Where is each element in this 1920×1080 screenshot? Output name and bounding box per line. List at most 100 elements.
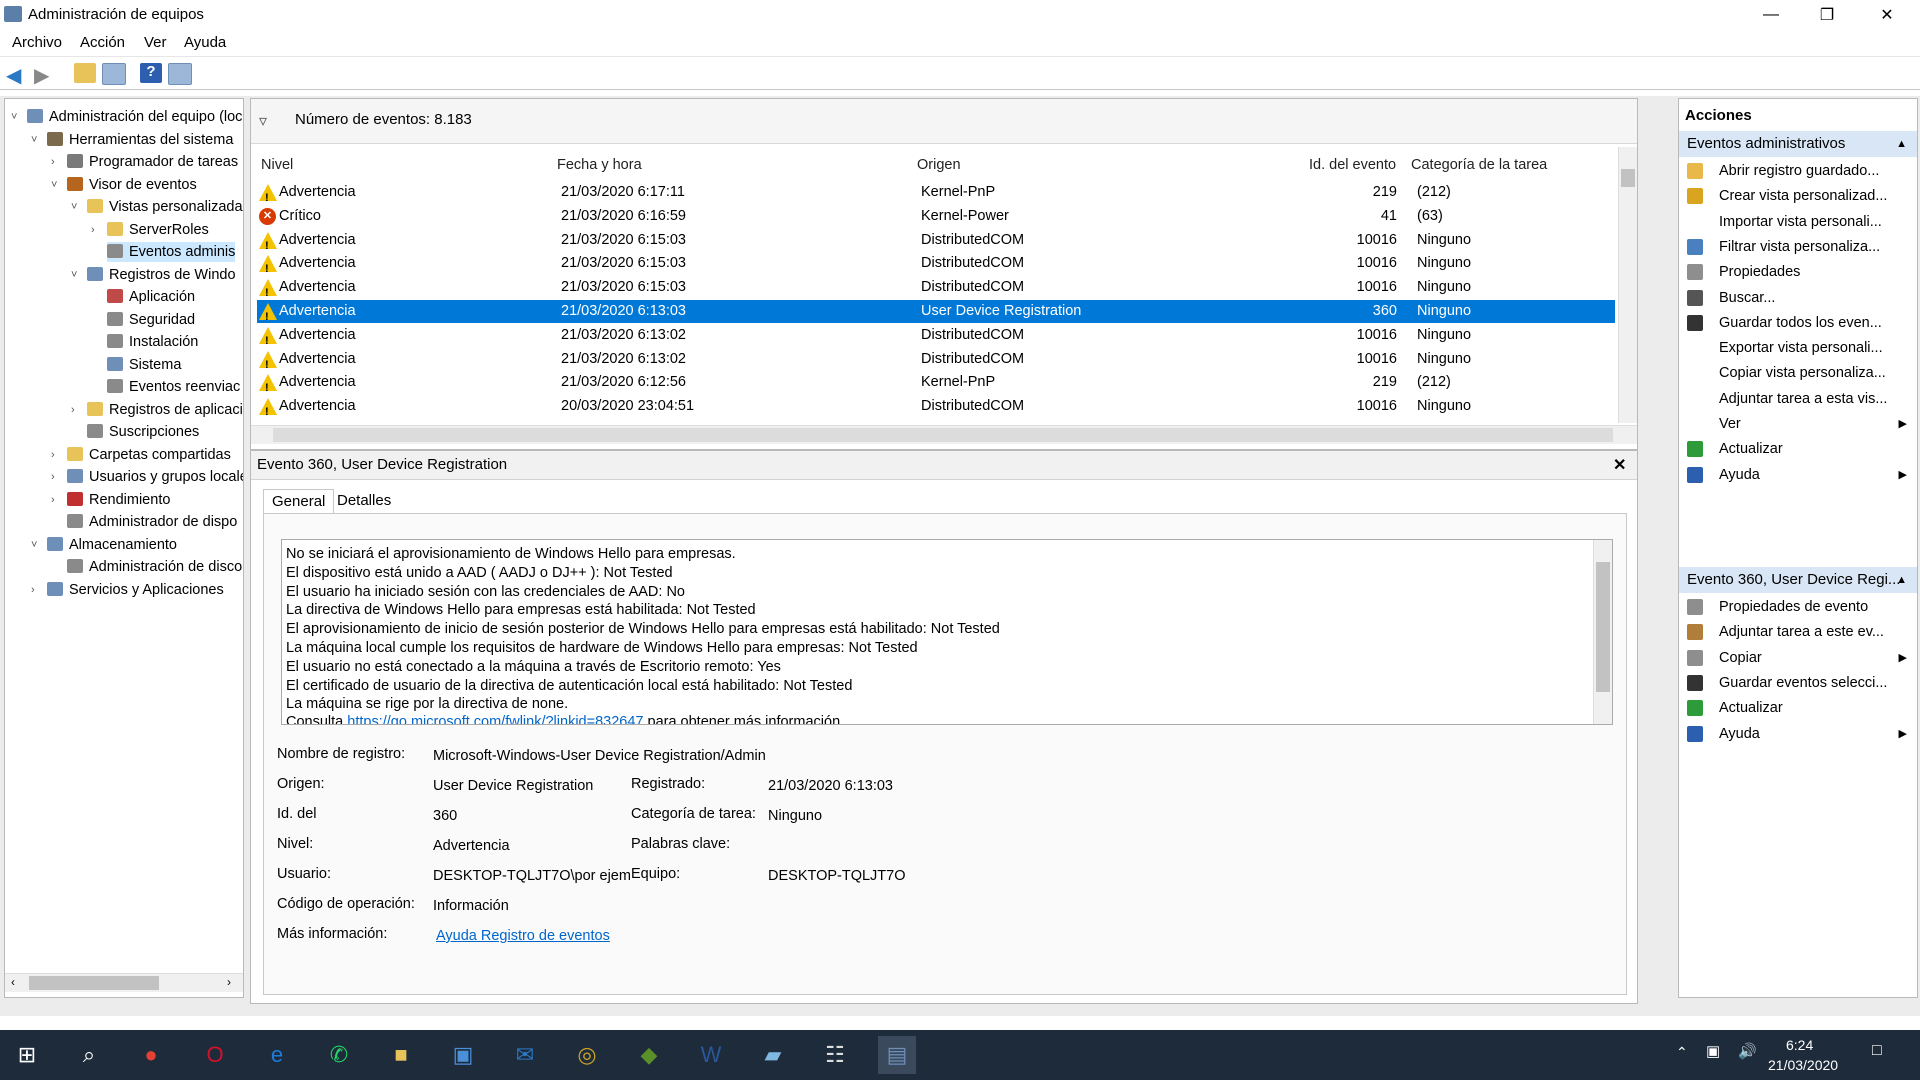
scroll-thumb[interactable] — [29, 976, 159, 990]
tree-item[interactable]: Servicios y Aplicaciones — [47, 580, 224, 600]
clock-date[interactable]: 21/03/2020 — [1768, 1057, 1838, 1073]
table-row[interactable]: ! Advertencia 21/03/2020 6:15:03 Distribute… — [257, 276, 1615, 299]
tree-item[interactable]: Administración de disco — [67, 557, 242, 577]
collapse-chevron-icon[interactable]: ˅ — [71, 201, 81, 213]
calculator-icon[interactable]: ☷ — [816, 1036, 854, 1074]
action-item[interactable]: Ayuda ▶ — [1679, 722, 1917, 746]
tree-item[interactable]: Suscripciones — [87, 422, 199, 442]
action-item[interactable]: Buscar... — [1679, 286, 1917, 310]
chrome-icon[interactable]: ● — [132, 1036, 170, 1074]
action-item[interactable]: Ayuda ▶ — [1679, 463, 1917, 487]
events-horizontal-scrollbar[interactable] — [251, 425, 1637, 444]
tree-item[interactable]: Rendimiento — [67, 490, 170, 510]
forward-arrow-icon[interactable]: ▶ — [34, 63, 56, 87]
word-icon[interactable]: W — [692, 1036, 730, 1074]
action-item[interactable]: Actualizar — [1679, 696, 1917, 720]
eraser-icon[interactable]: ▰ — [754, 1036, 792, 1074]
start-icon[interactable]: ⊞ — [8, 1036, 46, 1074]
notifications-icon[interactable]: □ — [1872, 1042, 1882, 1060]
tree-item[interactable]: Administrador de dispo — [67, 512, 237, 532]
table-row[interactable]: ! Advertencia 21/03/2020 6:13:02 Distribute… — [257, 348, 1615, 371]
expand-chevron-icon[interactable]: › — [51, 449, 61, 461]
tree-item[interactable]: Vistas personalizada — [87, 197, 243, 217]
collapse-icon[interactable]: ▲ — [1896, 567, 1907, 593]
tree-item[interactable]: Carpetas compartidas — [67, 445, 231, 465]
clock-time[interactable]: 6:24 — [1786, 1037, 1813, 1053]
collapse-chevron-icon[interactable]: ˅ — [31, 134, 41, 146]
action-item[interactable]: Crear vista personalizad... — [1679, 184, 1917, 208]
table-row[interactable]: ✕ Crítico 21/03/2020 6:16:59 Kernel-Power 41… — [257, 205, 1615, 228]
tab-general[interactable]: General — [263, 489, 335, 514]
action-item[interactable]: Adjuntar tarea a esta vis... — [1679, 387, 1917, 411]
action-item[interactable]: Exportar vista personali... — [1679, 336, 1917, 360]
action-item[interactable]: Copiar vista personaliza... — [1679, 361, 1917, 385]
close-detail-icon[interactable]: ✕ — [1613, 455, 1626, 475]
tree-item[interactable]: Registros de aplicaci — [87, 400, 243, 420]
action-item[interactable]: Guardar eventos selecci... — [1679, 671, 1917, 695]
col-categoria[interactable]: Categoría de la tarea — [1411, 157, 1547, 173]
action-item[interactable]: Propiedades — [1679, 260, 1917, 284]
action-item[interactable]: Importar vista personali... — [1679, 210, 1917, 234]
event-message[interactable]: No se iniciará el aprovisionamiento de W… — [281, 539, 1613, 725]
actions-section-admin-events[interactable]: Eventos administrativos ▲ — [1679, 131, 1917, 157]
table-row[interactable]: ! Advertencia 21/03/2020 6:13:02 Distribute… — [257, 324, 1615, 347]
search-icon[interactable]: ⌕ — [70, 1036, 108, 1074]
network-icon[interactable]: ▣ — [1706, 1042, 1720, 1060]
whatsapp-icon[interactable]: ✆ — [320, 1036, 358, 1074]
tab-detalles[interactable]: Detalles — [329, 489, 399, 513]
maximize-button[interactable]: ❐ — [1804, 0, 1850, 30]
tree-item[interactable]: Visor de eventos — [67, 175, 197, 195]
tree-item[interactable]: Registros de Windo — [87, 265, 236, 285]
show-hide-tree-icon[interactable] — [102, 63, 126, 85]
xbox-icon[interactable]: ◆ — [630, 1036, 668, 1074]
expand-chevron-icon[interactable]: › — [91, 224, 101, 236]
volume-icon[interactable]: 🔊 — [1738, 1042, 1757, 1060]
action-item[interactable]: Filtrar vista personaliza... — [1679, 235, 1917, 259]
col-id[interactable]: Id. del evento — [1309, 157, 1396, 173]
scroll-left-icon[interactable]: ‹ — [11, 975, 15, 989]
chevron-up-icon[interactable]: ⌃ — [1676, 1044, 1688, 1061]
expand-chevron-icon[interactable]: › — [31, 584, 41, 596]
tree-item[interactable]: Eventos reenviac — [107, 377, 240, 397]
explorer-icon[interactable]: ■ — [382, 1036, 420, 1074]
col-origen[interactable]: Origen — [917, 157, 961, 173]
back-arrow-icon[interactable]: ◀ — [6, 63, 28, 87]
collapse-chevron-icon[interactable]: ˅ — [31, 539, 41, 551]
collapse-chevron-icon[interactable]: ˅ — [11, 111, 21, 123]
mail-icon[interactable]: ✉ — [506, 1036, 544, 1074]
scroll-thumb[interactable] — [1596, 562, 1610, 692]
action-item[interactable]: Abrir registro guardado... — [1679, 159, 1917, 183]
tree-item[interactable]: Instalación — [107, 332, 198, 352]
collapse-chevron-icon[interactable]: ˅ — [51, 179, 61, 191]
action-item[interactable]: Guardar todos los even... — [1679, 311, 1917, 335]
collapse-chevron-icon[interactable]: ˅ — [71, 269, 81, 281]
menu-accion[interactable]: Acción — [80, 34, 125, 51]
tree-item[interactable]: Herramientas del sistema — [47, 130, 233, 150]
events-vertical-scrollbar[interactable] — [1618, 147, 1637, 423]
collapse-icon[interactable]: ▲ — [1896, 131, 1907, 157]
computer-management-icon[interactable]: ▤ — [878, 1036, 916, 1074]
tree-item[interactable]: Aplicación — [107, 287, 195, 307]
app-icon[interactable]: ◎ — [568, 1036, 606, 1074]
action-item[interactable]: Ver ▶ — [1679, 412, 1917, 436]
opera-icon[interactable]: O — [196, 1036, 234, 1074]
tree-item[interactable]: Seguridad — [107, 310, 195, 330]
scroll-thumb[interactable] — [1621, 169, 1635, 187]
tree-horizontal-scrollbar[interactable]: ‹ › — [5, 973, 243, 992]
menu-ayuda[interactable]: Ayuda — [184, 34, 226, 51]
menu-ver[interactable]: Ver — [144, 34, 167, 51]
tree-item[interactable]: Almacenamiento — [47, 535, 177, 555]
up-folder-icon[interactable] — [74, 63, 96, 83]
tree-item[interactable]: Eventos adminis — [107, 242, 236, 262]
expand-chevron-icon[interactable]: › — [71, 404, 81, 416]
table-row[interactable]: ! Advertencia 21/03/2020 6:12:56 Kernel-PnP… — [257, 371, 1615, 394]
menu-archivo[interactable]: Archivo — [12, 34, 62, 51]
action-item[interactable]: Actualizar — [1679, 437, 1917, 461]
table-row[interactable]: ! Advertencia 21/03/2020 6:17:11 Kernel-PnP… — [257, 181, 1615, 204]
tree-item[interactable]: ServerRoles — [107, 220, 209, 240]
tree-item[interactable]: Programador de tareas — [67, 152, 238, 172]
help-icon[interactable]: ? — [140, 63, 162, 83]
col-nivel[interactable]: Nivel — [261, 157, 293, 173]
action-item[interactable]: Copiar ▶ — [1679, 646, 1917, 670]
scroll-right-icon[interactable]: › — [227, 975, 231, 989]
